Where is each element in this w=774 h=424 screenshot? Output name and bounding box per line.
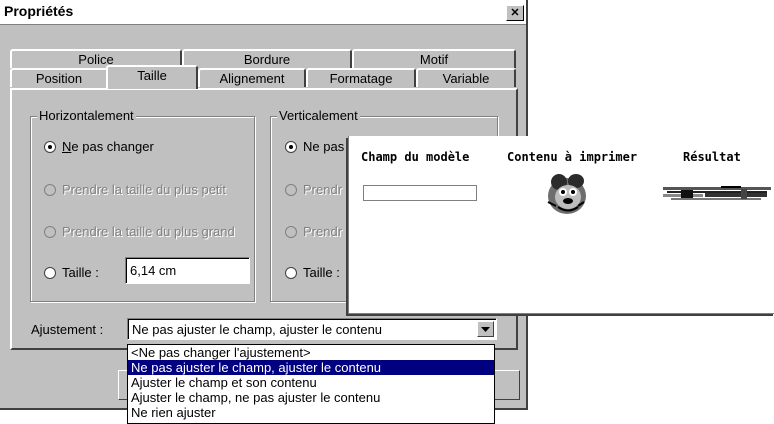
radio-label: Prendr: [303, 182, 343, 197]
radio-button[interactable]: [285, 225, 297, 238]
tab-variable[interactable]: Variable: [416, 68, 516, 87]
radio-button[interactable]: [44, 225, 56, 238]
radio-h-smallest[interactable]: Prendre la taille du plus petit: [44, 182, 226, 197]
horizontal-size-input[interactable]: 6,14 cm: [125, 257, 250, 284]
horizontal-size-value: 6,14 cm: [130, 263, 177, 278]
adjustment-value: Ne pas ajuster le champ, ajuster le cont…: [132, 322, 383, 337]
chevron-down-icon: [481, 326, 490, 332]
radio-label: Prendre la taille du plus grand: [62, 224, 235, 239]
radio-v-no-change[interactable]: Ne pas: [285, 139, 344, 154]
tab-motif[interactable]: Motif: [352, 49, 516, 68]
dropdown-option[interactable]: <Ne pas changer l'ajustement>: [128, 345, 494, 360]
radio-h-largest[interactable]: Prendre la taille du plus grand: [44, 224, 235, 239]
title-bar: Propriétés ✕: [0, 0, 526, 25]
radio-button[interactable]: [285, 266, 297, 279]
radio-h-size[interactable]: Taille :: [44, 265, 99, 280]
window-title: Propriétés: [4, 3, 74, 19]
radio-label: Prendr: [303, 224, 343, 239]
radio-button[interactable]: [44, 266, 56, 279]
dropdown-option[interactable]: Ajuster le champ et son contenu: [128, 375, 494, 390]
tab-taille[interactable]: Taille: [106, 65, 198, 89]
horizontal-legend: Horizontalement: [37, 108, 136, 123]
dropdown-option[interactable]: Ajuster le champ, ne pas ajuster le cont…: [128, 390, 494, 405]
tab-bordure[interactable]: Bordure: [182, 49, 352, 68]
dropdown-button[interactable]: [477, 321, 494, 337]
radio-h-no-change[interactable]: Ne pas changer: [44, 139, 154, 154]
radio-button[interactable]: [44, 183, 56, 196]
tab-alignement[interactable]: Alignement: [198, 68, 306, 87]
preview-popup: Champ du modèle Contenu à imprimer Résul…: [348, 136, 774, 314]
column-header-template-field: Champ du modèle: [361, 150, 470, 164]
radio-label: Taille :: [62, 265, 99, 280]
dropdown-option[interactable]: Ne rien ajuster: [128, 405, 494, 420]
adjustment-combobox[interactable]: Ne pas ajuster le champ, ajuster le cont…: [127, 318, 497, 340]
radio-v-size[interactable]: Taille :: [285, 265, 340, 280]
radio-label: Ne pas changer: [62, 139, 154, 154]
dropdown-option-selected[interactable]: Ne pas ajuster le champ, ajuster le cont…: [128, 360, 494, 375]
radio-button[interactable]: [285, 183, 297, 196]
radio-v-smallest[interactable]: Prendr: [285, 182, 342, 197]
adjustment-dropdown-list: <Ne pas changer l'ajustement> Ne pas aju…: [127, 344, 495, 424]
radio-button[interactable]: [44, 140, 56, 153]
tab-position[interactable]: Position: [10, 68, 108, 87]
vertical-legend: Verticalement: [277, 108, 360, 123]
radio-label: Ne pas: [303, 139, 345, 154]
column-header-content: Contenu à imprimer: [507, 150, 638, 164]
column-header-result: Résultat: [683, 150, 741, 164]
template-field-box: [363, 185, 477, 201]
radio-label: Taille :: [303, 265, 340, 280]
radio-button[interactable]: [285, 140, 297, 153]
cartoon-character-icon: [547, 174, 586, 214]
close-icon: ✕: [510, 6, 520, 19]
radio-v-largest[interactable]: Prendr: [285, 224, 342, 239]
radio-label: Prendre la taille du plus petit: [62, 182, 227, 197]
close-button[interactable]: ✕: [506, 5, 524, 21]
adjustment-label: Ajustement :: [31, 322, 104, 337]
scrambled-result-icon: [661, 184, 773, 202]
tab-formatage[interactable]: Formatage: [306, 68, 416, 87]
